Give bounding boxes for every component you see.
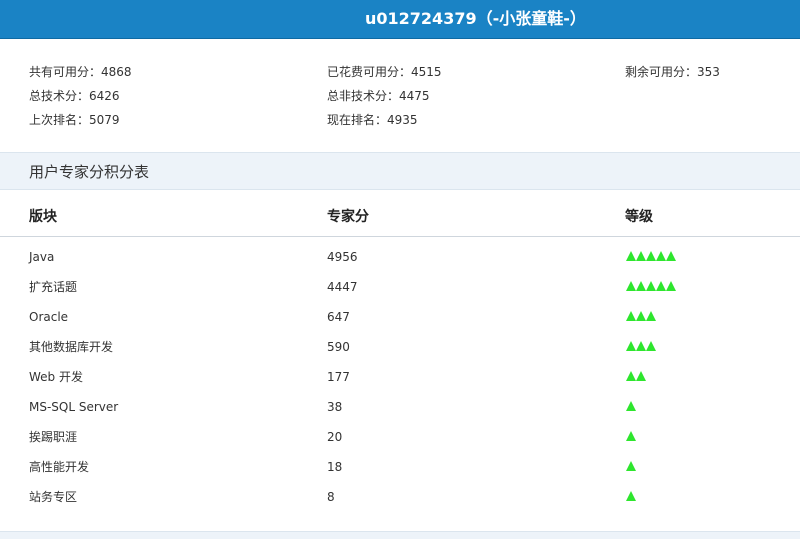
expert-score: 20 bbox=[327, 430, 343, 444]
level-indicator bbox=[626, 401, 636, 413]
level-indicator bbox=[626, 281, 676, 293]
stat-spent-available: 已花费可用分：4515 bbox=[327, 65, 442, 79]
level-triangle-icon bbox=[636, 371, 646, 381]
score-table-body: Java 4956 扩充话题 4447 Oracle 647 其他数据库开发 590 Web 开… bbox=[0, 242, 800, 512]
board-name[interactable]: 其他数据库开发 bbox=[29, 340, 113, 354]
expert-score-page: u012724379（-小张童鞋-） 共有可用分：4868 已花费可用分：451… bbox=[0, 0, 800, 539]
table-row: 站务专区 8 bbox=[0, 482, 800, 512]
level-triangle-icon bbox=[636, 281, 646, 291]
score-summary: 共有可用分：4868 已花费可用分：4515 剩余可用分：353 总技术分：64… bbox=[0, 39, 800, 152]
board-name[interactable]: 站务专区 bbox=[29, 490, 77, 504]
level-triangle-icon bbox=[626, 311, 636, 321]
stat-total-tech: 总技术分：6426 bbox=[29, 89, 120, 103]
board-name[interactable]: Oracle bbox=[29, 310, 68, 324]
table-row: Java 4956 bbox=[0, 242, 800, 272]
table-row: 高性能开发 18 bbox=[0, 452, 800, 482]
board-name[interactable]: 高性能开发 bbox=[29, 460, 89, 474]
expert-score: 4956 bbox=[327, 250, 358, 264]
level-indicator bbox=[626, 461, 636, 473]
board-name[interactable]: Web 开发 bbox=[29, 370, 83, 384]
level-triangle-icon bbox=[626, 371, 636, 381]
level-triangle-icon bbox=[626, 341, 636, 351]
level-triangle-icon bbox=[636, 251, 646, 261]
level-triangle-icon bbox=[626, 431, 636, 441]
level-triangle-icon bbox=[666, 251, 676, 261]
username-title[interactable]: u012724379（-小张童鞋-） bbox=[365, 8, 586, 30]
expert-score: 38 bbox=[327, 400, 343, 414]
level-indicator bbox=[626, 431, 636, 443]
board-name[interactable]: 挨踢职涯 bbox=[29, 430, 77, 444]
board-name[interactable]: MS-SQL Server bbox=[29, 400, 118, 414]
level-triangle-icon bbox=[646, 251, 656, 261]
table-row: Oracle 647 bbox=[0, 302, 800, 332]
level-triangle-icon bbox=[656, 251, 666, 261]
level-triangle-icon bbox=[626, 401, 636, 411]
table-row: Web 开发 177 bbox=[0, 362, 800, 392]
table-header: 版块 专家分 等级 bbox=[0, 190, 800, 237]
level-triangle-icon bbox=[626, 251, 636, 261]
section-title: 用户专家分积分表 bbox=[29, 163, 150, 181]
level-indicator bbox=[626, 251, 676, 263]
expert-score: 647 bbox=[327, 310, 350, 324]
level-triangle-icon bbox=[646, 281, 656, 291]
level-triangle-icon bbox=[636, 341, 646, 351]
level-indicator bbox=[626, 371, 646, 383]
column-header-board: 版块 bbox=[29, 209, 57, 225]
column-header-level: 等级 bbox=[625, 209, 653, 225]
expert-score: 177 bbox=[327, 370, 350, 384]
level-triangle-icon bbox=[636, 311, 646, 321]
table-row: 其他数据库开发 590 bbox=[0, 332, 800, 362]
board-name[interactable]: Java bbox=[29, 250, 54, 264]
section-header: 用户专家分积分表 bbox=[0, 152, 800, 190]
level-triangle-icon bbox=[626, 281, 636, 291]
table-row: MS-SQL Server 38 bbox=[0, 392, 800, 422]
stat-remaining-available: 剩余可用分：353 bbox=[625, 65, 720, 79]
expert-score: 8 bbox=[327, 490, 335, 504]
stat-total-available: 共有可用分：4868 bbox=[29, 65, 132, 79]
footer-bar bbox=[0, 531, 800, 539]
table-row: 扩充话题 4447 bbox=[0, 272, 800, 302]
expert-score: 4447 bbox=[327, 280, 358, 294]
level-triangle-icon bbox=[666, 281, 676, 291]
level-triangle-icon bbox=[626, 461, 636, 471]
level-triangle-icon bbox=[626, 491, 636, 501]
level-indicator bbox=[626, 341, 656, 353]
level-indicator bbox=[626, 311, 656, 323]
stat-total-non-tech: 总非技术分：4475 bbox=[327, 89, 430, 103]
level-triangle-icon bbox=[656, 281, 666, 291]
stat-last-rank: 上次排名：5079 bbox=[29, 113, 120, 127]
board-name[interactable]: 扩充话题 bbox=[29, 280, 77, 294]
profile-header: u012724379（-小张童鞋-） bbox=[0, 0, 800, 39]
stat-current-rank: 现在排名：4935 bbox=[327, 113, 418, 127]
expert-score: 590 bbox=[327, 340, 350, 354]
level-triangle-icon bbox=[646, 341, 656, 351]
expert-score: 18 bbox=[327, 460, 343, 474]
table-row: 挨踢职涯 20 bbox=[0, 422, 800, 452]
level-indicator bbox=[626, 491, 636, 503]
column-header-score: 专家分 bbox=[327, 209, 369, 225]
level-triangle-icon bbox=[646, 311, 656, 321]
